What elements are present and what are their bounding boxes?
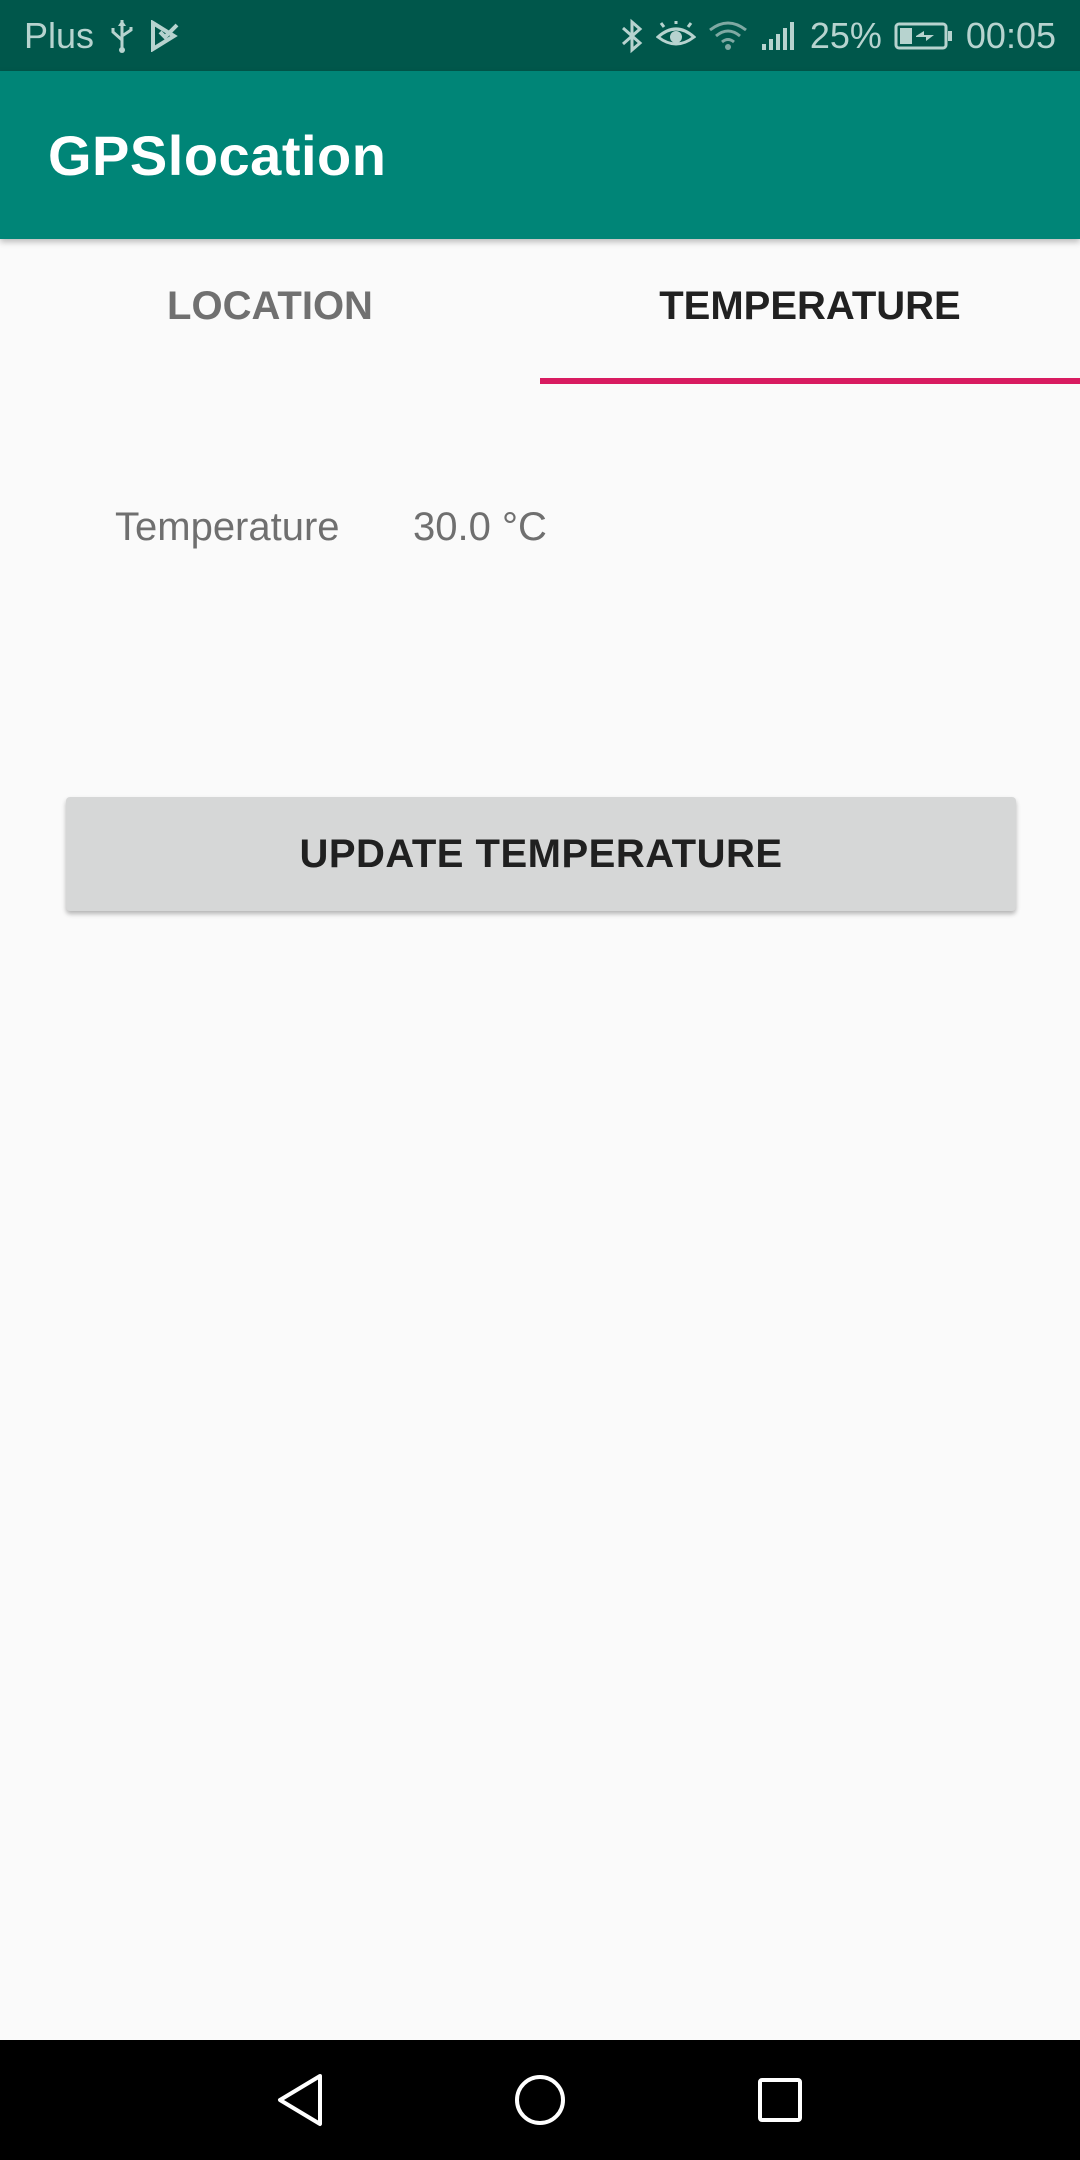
eye-icon: [655, 20, 696, 51]
carrier-label: Plus: [24, 14, 95, 56]
clock: 00:05: [965, 14, 1056, 56]
wifi-icon: [708, 20, 748, 52]
nav-bar: [0, 2040, 1080, 2160]
screen: Plus 25% 00:05 GPSlocation LOCATION TEMP…: [0, 0, 1080, 2160]
back-icon[interactable]: [265, 2065, 335, 2135]
status-bar: Plus 25% 00:05: [0, 0, 1080, 71]
update-temperature-button[interactable]: UPDATE TEMPERATURE: [66, 797, 1016, 911]
status-right: 25% 00:05: [620, 15, 1056, 57]
home-icon[interactable]: [505, 2065, 575, 2135]
temperature-label: Temperature: [115, 505, 340, 549]
recents-icon[interactable]: [745, 2065, 815, 2135]
tab-temperature[interactable]: TEMPERATURE: [540, 239, 1080, 384]
battery-icon: [894, 21, 954, 51]
tab-location[interactable]: LOCATION: [0, 239, 540, 384]
tab-location-label: LOCATION: [167, 284, 373, 328]
battery-percent: 25%: [809, 14, 882, 56]
app-bar: GPSlocation: [0, 71, 1080, 239]
status-left: Plus: [24, 15, 180, 57]
app-title: GPSlocation: [48, 123, 387, 187]
notification-icon: [150, 19, 180, 52]
tab-temperature-label: TEMPERATURE: [659, 284, 961, 328]
bluetooth-icon: [620, 18, 644, 54]
usb-icon: [108, 18, 136, 54]
temperature-row: Temperature 30.0 °C: [115, 505, 547, 550]
temperature-value: 30.0 °C: [413, 505, 547, 549]
tab-bar: LOCATION TEMPERATURE: [0, 239, 1080, 384]
signal-icon: [760, 20, 798, 52]
